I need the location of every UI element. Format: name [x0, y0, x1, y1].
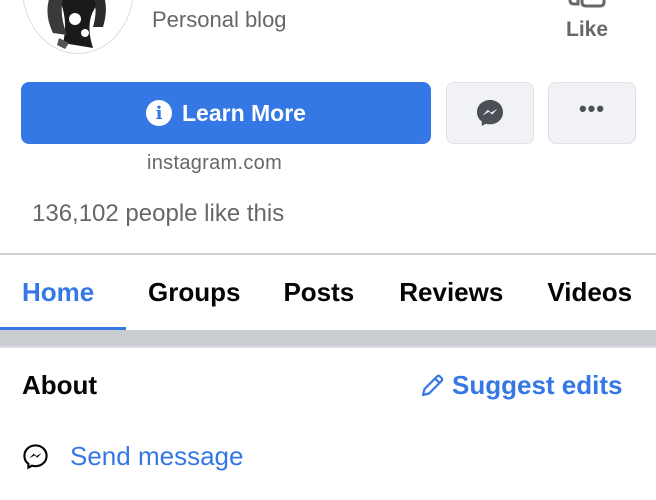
tab-groups[interactable]: Groups — [148, 255, 240, 330]
section-separator-edge — [0, 346, 656, 348]
suggest-edits-label: Suggest edits — [452, 370, 623, 400]
tab-posts[interactable]: Posts — [283, 255, 354, 330]
website-link[interactable]: instagram.com — [147, 152, 282, 175]
pencil-icon — [421, 374, 444, 396]
page-avatar[interactable] — [22, 0, 134, 54]
tab-reviews[interactable]: Reviews — [399, 255, 503, 330]
more-options-button[interactable]: ••• — [548, 82, 636, 144]
like-page-button[interactable]: Like — [552, 0, 626, 50]
send-message-row[interactable]: Send message — [22, 441, 243, 472]
messenger-icon — [477, 100, 503, 126]
send-message-label: Send message — [70, 441, 244, 471]
suggest-edits-button[interactable]: Suggest edits — [418, 370, 622, 401]
thumbs-up-icon — [568, 0, 606, 8]
like-label: Like — [566, 18, 609, 41]
page-likes-count: 136,102 people like this — [32, 200, 285, 227]
messenger-button[interactable] — [446, 82, 534, 144]
messenger-outline-icon — [23, 444, 48, 470]
page-category: Personal blog — [152, 7, 287, 32]
tab-videos[interactable]: Videos — [547, 255, 632, 330]
learn-more-button[interactable]: i Learn More — [21, 82, 431, 144]
learn-more-label: Learn More — [182, 99, 306, 126]
page-tabs: Home Groups Posts Reviews Videos — [0, 255, 656, 330]
section-separator — [0, 330, 656, 346]
more-dots-icon: ••• — [578, 96, 606, 121]
tab-home[interactable]: Home — [22, 255, 126, 330]
info-icon: i — [146, 100, 172, 126]
about-heading: About — [22, 370, 98, 400]
